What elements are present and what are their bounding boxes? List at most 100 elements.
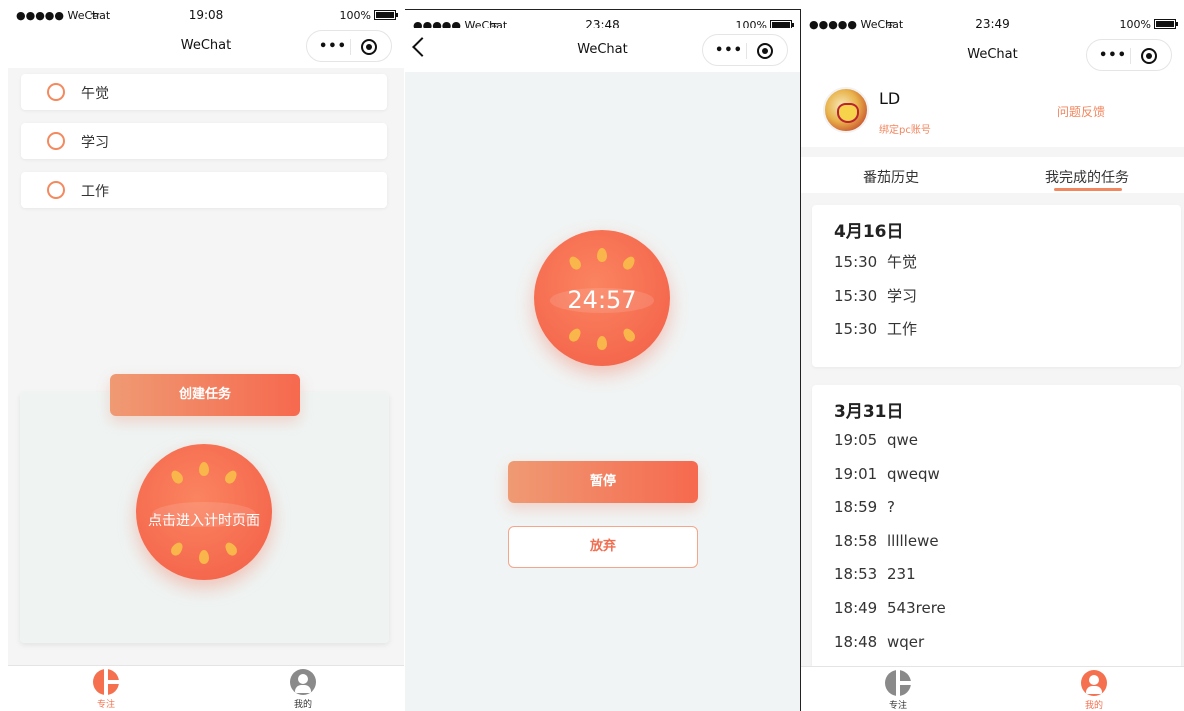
tab-focus[interactable]: 专注	[76, 669, 136, 710]
tomato-seed	[168, 540, 186, 558]
target-icon[interactable]	[757, 43, 773, 59]
entry-task: 工作	[887, 320, 918, 338]
history-tabs: 番茄历史 我完成的任务	[801, 157, 1184, 193]
more-dots-icon[interactable]: •••	[319, 39, 347, 54]
list-item: 19:05 qwe	[834, 431, 918, 449]
status-bar: ●●●●● WeChat ᯤ 23:49 100%	[801, 9, 1184, 33]
more-dots-icon[interactable]: •••	[1099, 48, 1127, 63]
day-date: 4月16日	[834, 222, 904, 242]
list-item: 19:01 qweqw	[834, 465, 940, 483]
timer-tomato: 24:57	[534, 230, 670, 366]
entry-task: 543rere	[887, 599, 946, 617]
list-item: 15:30 学习	[834, 285, 917, 306]
entry-task: lllllewe	[887, 532, 939, 550]
tab-focus[interactable]: 专注	[868, 670, 928, 711]
tab-mine[interactable]: 我的	[273, 669, 333, 710]
list-item: 18:58 lllllewe	[834, 532, 939, 550]
list-item: 18:53 231	[834, 565, 916, 583]
battery-indicator: 100%	[1120, 18, 1178, 31]
tomato-seed	[597, 248, 607, 262]
tomato-seed	[222, 468, 240, 486]
create-task-button[interactable]: 创建任务	[110, 374, 300, 416]
active-tab-indicator	[1054, 188, 1122, 191]
task-item-nap[interactable]: 午觉	[21, 74, 387, 110]
mini-program-capsule[interactable]: •••	[306, 30, 392, 62]
start-timer-tomato[interactable]: 点击进入计时页面	[136, 444, 272, 580]
tab-label: 我的	[1084, 701, 1103, 711]
screen-task-list: ●●●●● WeChat ᯤ 19:08 100% WeChat ••• 午觉 学…	[8, 0, 404, 711]
timer-countdown: 24:57	[567, 286, 637, 314]
mini-program-capsule[interactable]: •••	[702, 34, 788, 66]
capsule-divider	[746, 43, 747, 59]
tomato-seed	[566, 254, 584, 272]
entry-task: 231	[887, 565, 916, 583]
list-item: 18:49 543rere	[834, 599, 946, 617]
task-label: 工作	[81, 184, 109, 200]
entry-time: 18:59	[834, 498, 878, 516]
tab-completed-tasks[interactable]: 我完成的任务	[1045, 167, 1129, 187]
list-item: 18:48 wqer	[834, 633, 924, 651]
task-label: 学习	[81, 135, 109, 151]
focus-icon	[93, 669, 119, 695]
tab-bar: 专注 我的	[801, 666, 1184, 711]
tomato-seed	[222, 540, 240, 558]
battery-indicator: 100%	[339, 9, 398, 22]
list-item: 15:30 午觉	[834, 251, 917, 272]
username: LD	[879, 89, 901, 108]
focus-icon	[885, 670, 911, 696]
nav-bar: WeChat •••	[801, 33, 1184, 77]
tab-label: 专注	[888, 701, 907, 711]
list-item: 18:59?	[834, 498, 895, 516]
tomato-seed	[566, 326, 584, 344]
person-icon	[1081, 670, 1107, 696]
more-dots-icon[interactable]: •••	[715, 43, 743, 58]
entry-task: qwe	[887, 431, 919, 449]
avatar[interactable]	[823, 87, 869, 133]
battery-percent: 100%	[339, 9, 371, 22]
entry-time: 15:30	[834, 320, 878, 338]
entry-time: 19:01	[834, 465, 878, 483]
battery-icon	[374, 10, 398, 20]
entry-time: 19:05	[834, 431, 878, 449]
tomato-seed	[199, 550, 209, 564]
abandon-button[interactable]: 放弃	[508, 526, 698, 568]
feedback-link[interactable]: 问题反馈	[1057, 103, 1105, 120]
person-icon	[290, 669, 316, 695]
entry-time: 15:30	[834, 253, 878, 271]
tomato-seed	[620, 254, 638, 272]
entry-task: ?	[887, 498, 895, 516]
pause-button[interactable]: 暂停	[508, 461, 698, 503]
tab-tomato-history[interactable]: 番茄历史	[863, 167, 919, 187]
tomato-seed	[168, 468, 186, 486]
tab-label: 专注	[96, 700, 115, 710]
tomato-caption: 点击进入计时页面	[148, 513, 260, 529]
tomato-seed	[597, 336, 607, 350]
task-label: 午觉	[81, 86, 109, 102]
target-icon[interactable]	[1141, 48, 1157, 64]
entry-task: qweqw	[887, 465, 940, 483]
entry-time: 18:48	[834, 633, 878, 651]
target-icon[interactable]	[361, 39, 377, 55]
entry-time: 18:49	[834, 599, 878, 617]
tomato-seed	[199, 462, 209, 476]
list-item: 15:30 工作	[834, 318, 917, 339]
tomato-seed	[620, 326, 638, 344]
profile-header: LD 绑定pc账号 问题反馈	[801, 77, 1184, 147]
tab-bar: 专注 我的	[8, 665, 404, 711]
tab-label: 我的	[293, 700, 312, 710]
status-bar: ●●●●● WeChat ᯤ 19:08 100%	[8, 0, 404, 24]
screen-profile: ●●●●● WeChat ᯤ 23:49 100% WeChat ••• LD 绑…	[801, 9, 1184, 711]
task-item-study[interactable]: 学习	[21, 123, 387, 159]
task-item-work[interactable]: 工作	[21, 172, 387, 208]
task-checkbox[interactable]	[47, 83, 65, 101]
task-checkbox[interactable]	[47, 181, 65, 199]
entry-task: wqer	[887, 633, 925, 651]
task-checkbox[interactable]	[47, 132, 65, 150]
tab-mine[interactable]: 我的	[1064, 670, 1124, 711]
entry-task: 午觉	[887, 253, 918, 271]
entry-time: 18:53	[834, 565, 878, 583]
bind-pc-link[interactable]: 绑定pc账号	[879, 121, 931, 136]
entry-time: 15:30	[834, 287, 878, 305]
day-date: 3月31日	[834, 402, 904, 422]
mini-program-capsule[interactable]: •••	[1086, 39, 1172, 71]
